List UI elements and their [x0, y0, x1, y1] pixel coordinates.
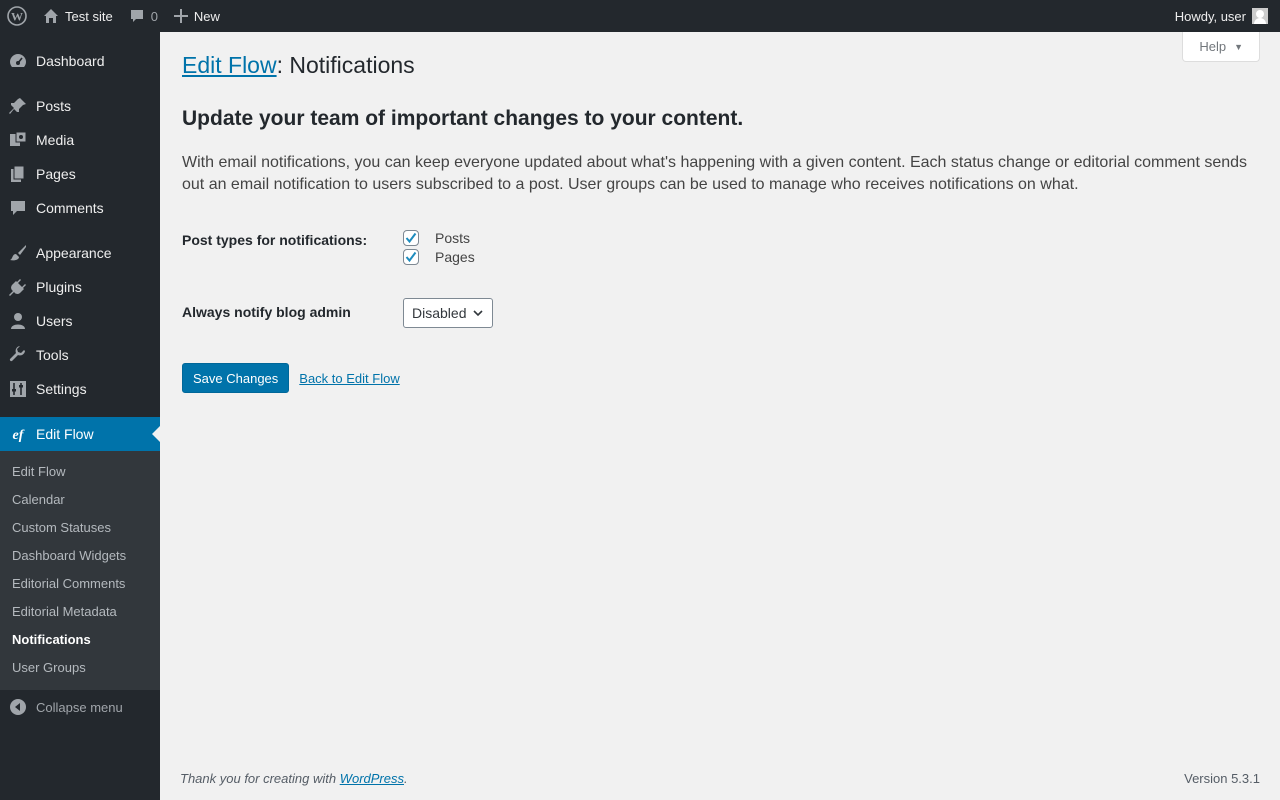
post-types-label: Post types for notifications:: [182, 232, 368, 248]
sidebar-item-posts[interactable]: Posts: [0, 89, 160, 123]
brush-icon: [8, 243, 28, 263]
page-title-suffix: : Notifications: [276, 52, 415, 78]
new-content-link[interactable]: New: [166, 0, 228, 32]
submenu-item-notifications[interactable]: Notifications: [0, 626, 160, 654]
section-description: With email notifications, you can keep e…: [182, 154, 1248, 193]
footer-thanks: Thank you for creating with WordPress.: [180, 771, 408, 786]
footer-thanks-suffix: .: [404, 771, 408, 786]
sidebar-item-settings[interactable]: Settings: [0, 372, 160, 406]
sidebar-item-label: Appearance: [36, 245, 112, 261]
wordpress-logo-icon[interactable]: W: [0, 0, 35, 32]
dashboard-icon: [8, 51, 28, 71]
sidebar-item-label: Posts: [36, 98, 72, 114]
sidebar-item-label: Edit Flow: [36, 426, 94, 442]
back-to-edit-flow-link[interactable]: Back to Edit Flow: [299, 371, 399, 386]
sidebar-item-comments[interactable]: Comments: [0, 191, 160, 225]
avatar: [1252, 8, 1268, 24]
comment-count: 0: [150, 8, 158, 24]
edit-flow-icon: ef: [8, 424, 28, 444]
plugin-icon: [8, 277, 28, 297]
comment-bubble-icon: [129, 8, 145, 24]
home-icon: [43, 8, 59, 24]
submenu-item-editorial-metadata[interactable]: Editorial Metadata: [0, 598, 160, 626]
media-icon: [8, 130, 28, 150]
post-type-posts-option[interactable]: Posts: [403, 228, 475, 247]
sidebar-item-edit-flow[interactable]: ef Edit Flow: [0, 417, 160, 451]
sidebar-item-appearance[interactable]: Appearance: [0, 236, 160, 270]
submenu-item-user-groups[interactable]: User Groups: [0, 654, 160, 682]
collapse-menu-button[interactable]: Collapse menu: [0, 690, 160, 724]
edit-flow-submenu: Edit Flow Calendar Custom Statuses Dashb…: [0, 451, 160, 690]
comments-link[interactable]: 0: [121, 0, 166, 32]
howdy-text: Howdy, user: [1174, 8, 1246, 24]
wrench-icon: [8, 345, 28, 365]
comments-icon: [8, 198, 28, 218]
pages-checkbox[interactable]: [403, 248, 419, 265]
sidebar-item-label: Settings: [36, 381, 87, 397]
edit-flow-title-link[interactable]: Edit Flow: [182, 52, 277, 78]
post-types-checkboxes: Posts Pages: [403, 228, 475, 266]
sidebar-item-label: Dashboard: [36, 53, 105, 69]
collapse-menu-label: Collapse menu: [36, 699, 123, 715]
pushpin-icon: [8, 96, 28, 116]
new-label: New: [193, 8, 220, 24]
pages-icon: [8, 164, 28, 184]
site-name-link[interactable]: Test site: [35, 0, 121, 32]
notify-admin-value: Disabled: [412, 305, 467, 321]
posts-checkbox-label: Posts: [435, 229, 471, 246]
admin-sidebar: Dashboard Posts Media Pages Comments App…: [0, 32, 160, 800]
form-actions: Save Changes Back to Edit Flow: [182, 363, 1260, 393]
sidebar-item-pages[interactable]: Pages: [0, 157, 160, 191]
collapse-arrow-icon: [8, 697, 28, 717]
admin-bar: W Test site 0 New Howdy, user: [0, 0, 1280, 32]
sidebar-item-tools[interactable]: Tools: [0, 338, 160, 372]
sidebar-item-label: Tools: [36, 347, 69, 363]
submenu-item-edit-flow[interactable]: Edit Flow: [0, 458, 160, 486]
sidebar-item-label: Plugins: [36, 279, 82, 295]
submenu-item-editorial-comments[interactable]: Editorial Comments: [0, 570, 160, 598]
post-type-pages-option[interactable]: Pages: [403, 247, 475, 266]
svg-text:ef: ef: [13, 428, 25, 443]
version-text: Version 5.3.1: [1184, 771, 1260, 786]
notify-admin-label: Always notify blog admin: [182, 304, 351, 320]
sidebar-item-users[interactable]: Users: [0, 304, 160, 338]
submenu-item-dashboard-widgets[interactable]: Dashboard Widgets: [0, 542, 160, 570]
sidebar-item-media[interactable]: Media: [0, 123, 160, 157]
posts-checkbox[interactable]: [403, 229, 419, 246]
page-title: Edit Flow: Notifications: [182, 51, 1260, 79]
notify-admin-select[interactable]: Disabled: [403, 298, 494, 328]
wordpress-link[interactable]: WordPress: [340, 771, 404, 786]
user-icon: [8, 311, 28, 331]
sidebar-item-label: Users: [36, 313, 73, 329]
notify-admin-row: Always notify blog admin Disabled: [182, 298, 1260, 328]
chevron-down-icon: [472, 307, 484, 319]
sidebar-item-label: Media: [36, 132, 75, 148]
settings-icon: [8, 379, 28, 399]
sidebar-item-plugins[interactable]: Plugins: [0, 270, 160, 304]
save-changes-button[interactable]: Save Changes: [182, 363, 290, 393]
sidebar-item-label: Comments: [36, 200, 104, 216]
main-content: Edit Flow: Notifications Update your tea…: [182, 32, 1260, 393]
plus-icon: [173, 9, 188, 23]
submenu-item-custom-statuses[interactable]: Custom Statuses: [0, 514, 160, 542]
my-account[interactable]: Howdy, user: [1175, 0, 1280, 32]
svg-text:W: W: [11, 10, 23, 24]
site-name: Test site: [65, 8, 113, 24]
post-types-row: Post types for notifications: Posts Page…: [182, 228, 1260, 266]
sidebar-item-dashboard[interactable]: Dashboard: [0, 44, 160, 78]
pages-checkbox-label: Pages: [435, 248, 475, 265]
sidebar-item-label: Pages: [36, 166, 76, 182]
admin-footer: Thank you for creating with WordPress. V…: [180, 771, 1260, 786]
submenu-item-calendar[interactable]: Calendar: [0, 486, 160, 514]
section-heading: Update your team of important changes to…: [182, 107, 744, 130]
footer-thanks-prefix: Thank you for creating with: [180, 771, 340, 786]
